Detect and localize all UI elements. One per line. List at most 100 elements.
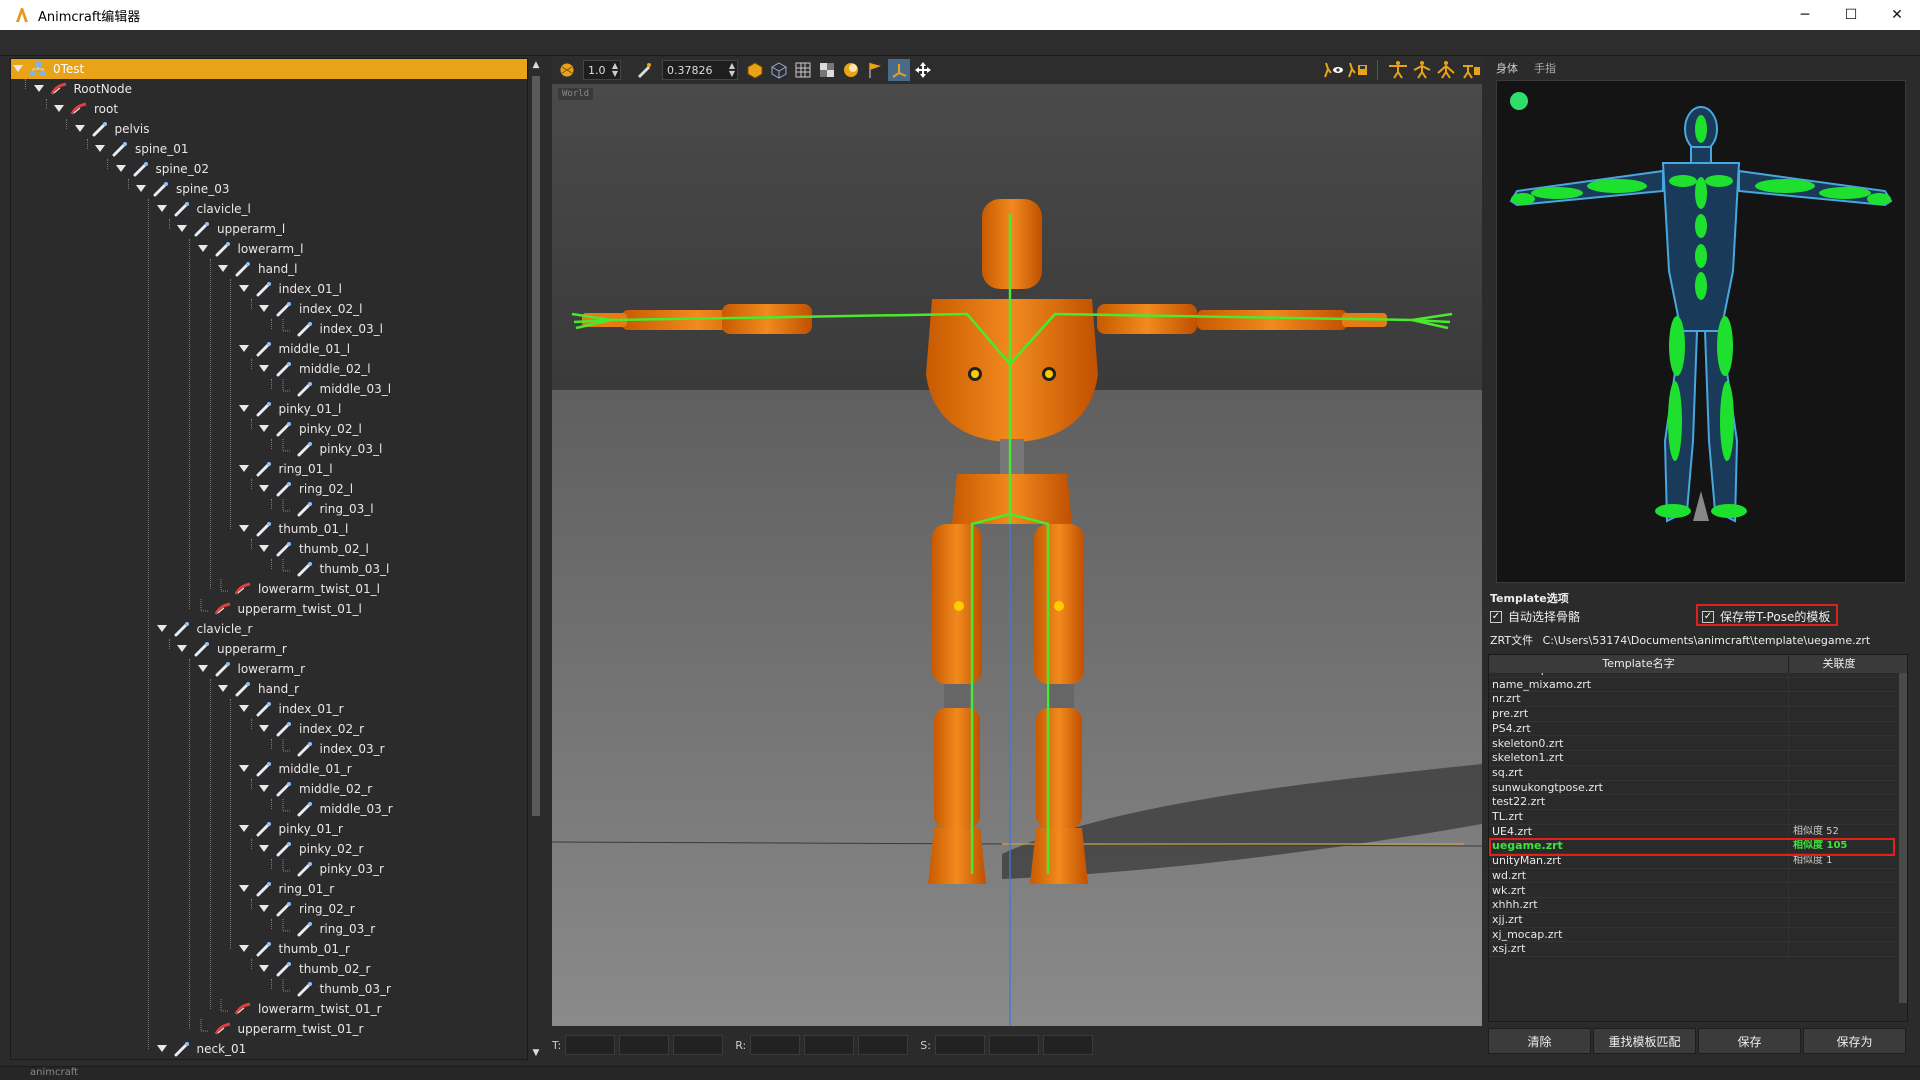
tree-item[interactable]: clavicle_r	[155, 619, 252, 639]
rotate-z-field[interactable]	[858, 1035, 909, 1055]
tree-item[interactable]: thumb_03_r	[278, 979, 391, 999]
template-row[interactable]: nr.zrt	[1489, 692, 1897, 708]
template-row[interactable]: skeleton0.zrt	[1489, 736, 1897, 752]
template-row[interactable]: wk.zrt	[1489, 883, 1897, 899]
expand-arrow-icon[interactable]	[257, 299, 271, 319]
pose-view-icon[interactable]	[1322, 59, 1344, 81]
expand-arrow-icon[interactable]	[237, 519, 251, 539]
tab-body[interactable]: 身体	[1488, 58, 1526, 78]
maximize-button[interactable]: ☐	[1828, 0, 1874, 30]
expand-arrow-icon[interactable]	[155, 619, 169, 639]
expand-arrow-icon[interactable]	[155, 1039, 169, 1059]
axis-icon[interactable]	[888, 59, 910, 81]
tree-item[interactable]: neck_01	[155, 1039, 246, 1059]
template-row[interactable]: sunwukongtpose.zrt	[1489, 780, 1897, 796]
template-row[interactable]: name_mixamo.zrt	[1489, 677, 1897, 693]
expand-arrow-icon[interactable]	[237, 699, 251, 719]
expand-arrow-icon[interactable]	[237, 819, 251, 839]
tree-item[interactable]: index_03_r	[278, 739, 385, 759]
tree-item[interactable]: pinky_03_r	[278, 859, 384, 879]
expand-arrow-icon[interactable]	[93, 139, 107, 159]
scroll-up-icon[interactable]: ▲	[530, 58, 542, 72]
expand-arrow-icon[interactable]	[257, 899, 271, 919]
save-as-button[interactable]: 保存为	[1803, 1028, 1906, 1054]
tree-item[interactable]: middle_01_r	[237, 759, 352, 779]
expand-arrow-icon[interactable]	[237, 939, 251, 959]
expand-arrow-icon[interactable]	[32, 79, 46, 99]
tree-item[interactable]: pinky_01_l	[237, 399, 341, 419]
spin-arrows-icon[interactable]: ▲ ▼	[727, 62, 737, 78]
template-row[interactable]: xsj.zrt	[1489, 942, 1897, 957]
tree-item[interactable]: 0Test	[11, 59, 527, 79]
expand-arrow-icon[interactable]	[257, 959, 271, 979]
tree-item[interactable]: index_03_l	[278, 319, 383, 339]
expand-arrow-icon[interactable]	[216, 259, 230, 279]
template-row[interactable]: unityMan.zrt 相似度 1	[1489, 854, 1897, 869]
tree-item[interactable]: ring_03_l	[278, 499, 374, 519]
expand-arrow-icon[interactable]	[155, 199, 169, 219]
apose-icon[interactable]	[1411, 59, 1433, 81]
scale-z-field[interactable]	[1042, 1035, 1093, 1055]
tree-item[interactable]: hand_l	[216, 259, 298, 279]
tree-item[interactable]: lowerarm_twist_01_l	[216, 579, 380, 599]
auto-select-checkbox[interactable]: ✓ 自动选择骨骼	[1490, 608, 1580, 625]
tree-item[interactable]: spine_02	[114, 159, 209, 179]
tree-item[interactable]: lowerarm_r	[196, 659, 305, 679]
tree-item[interactable]: lowerarm_l	[196, 239, 303, 259]
table-scroll-thumb[interactable]	[1899, 673, 1907, 1003]
tree-item[interactable]: index_01_r	[237, 699, 344, 719]
tree-item[interactable]: thumb_02_r	[257, 959, 370, 979]
checker-icon[interactable]	[816, 59, 838, 81]
expand-arrow-icon[interactable]	[216, 679, 230, 699]
save-tpose-checkbox[interactable]: ✓ 保存带T-Pose的模板	[1702, 608, 1830, 625]
expand-arrow-icon[interactable]	[134, 179, 148, 199]
expand-arrow-icon[interactable]	[237, 279, 251, 299]
tree-item[interactable]: upperarm_l	[175, 219, 285, 239]
reset-pose-icon[interactable]	[1459, 59, 1481, 81]
tree-item[interactable]: thumb_01_r	[237, 939, 350, 959]
expand-arrow-icon[interactable]	[257, 359, 271, 379]
tree-item[interactable]: RootNode	[32, 79, 132, 99]
grid-icon[interactable]	[792, 59, 814, 81]
expand-arrow-icon[interactable]	[52, 99, 66, 119]
template-row[interactable]: UE4.zrt 相似度 52	[1489, 824, 1897, 840]
scale-y-field[interactable]	[988, 1035, 1039, 1055]
wireframe-cube-icon[interactable]	[768, 59, 790, 81]
tree-item[interactable]: ring_01_l	[237, 459, 333, 479]
move-icon[interactable]	[912, 59, 934, 81]
tree-item[interactable]: lowerarm_twist_01_r	[216, 999, 382, 1019]
expand-arrow-icon[interactable]	[175, 219, 189, 239]
template-row[interactable]: test22.zrt	[1489, 795, 1897, 810]
mirror-pose-icon[interactable]	[1435, 59, 1457, 81]
cube-icon[interactable]	[744, 59, 766, 81]
tree-item[interactable]: ring_02_r	[257, 899, 355, 919]
scroll-down-icon[interactable]: ▼	[530, 1046, 542, 1060]
expand-arrow-icon[interactable]	[257, 539, 271, 559]
tree-item[interactable]: ring_02_l	[257, 479, 353, 499]
save-button[interactable]: 保存	[1698, 1028, 1801, 1054]
template-row[interactable]: xj_mocap.zrt	[1489, 927, 1897, 943]
tree-item[interactable]: pinky_02_l	[257, 419, 362, 439]
template-row[interactable]: xjj.zrt	[1489, 912, 1897, 928]
body-map-view[interactable]	[1496, 80, 1906, 583]
tree-item[interactable]: index_01_l	[237, 279, 342, 299]
rotate-y-field[interactable]	[804, 1035, 855, 1055]
scale-x-field[interactable]	[934, 1035, 985, 1055]
col-relevance[interactable]: 关联度	[1789, 655, 1889, 673]
template-row[interactable]: TL.zrt	[1489, 810, 1897, 825]
skeleton-tree-panel[interactable]: 0Test RootNode root pelvis spine_01 spine_02 s…	[10, 58, 528, 1060]
expand-arrow-icon[interactable]	[114, 159, 128, 179]
brush-icon[interactable]	[633, 59, 655, 81]
tree-item[interactable]: hand_r	[216, 679, 299, 699]
light-icon[interactable]	[840, 59, 862, 81]
tree-item[interactable]: spine_03	[134, 179, 229, 199]
check-icon[interactable]: ✓	[1490, 610, 1502, 623]
check-icon[interactable]: ✓	[1702, 610, 1714, 623]
tree-item[interactable]: middle_03_r	[278, 799, 393, 819]
tree-item[interactable]: pinky_02_r	[257, 839, 363, 859]
tpose-icon[interactable]	[1387, 59, 1409, 81]
translate-z-field[interactable]	[673, 1035, 724, 1055]
tree-item[interactable]: ring_01_r	[237, 879, 334, 899]
tree-item[interactable]: index_02_l	[257, 299, 362, 319]
spin-arrows-icon[interactable]: ▲ ▼	[610, 62, 620, 78]
